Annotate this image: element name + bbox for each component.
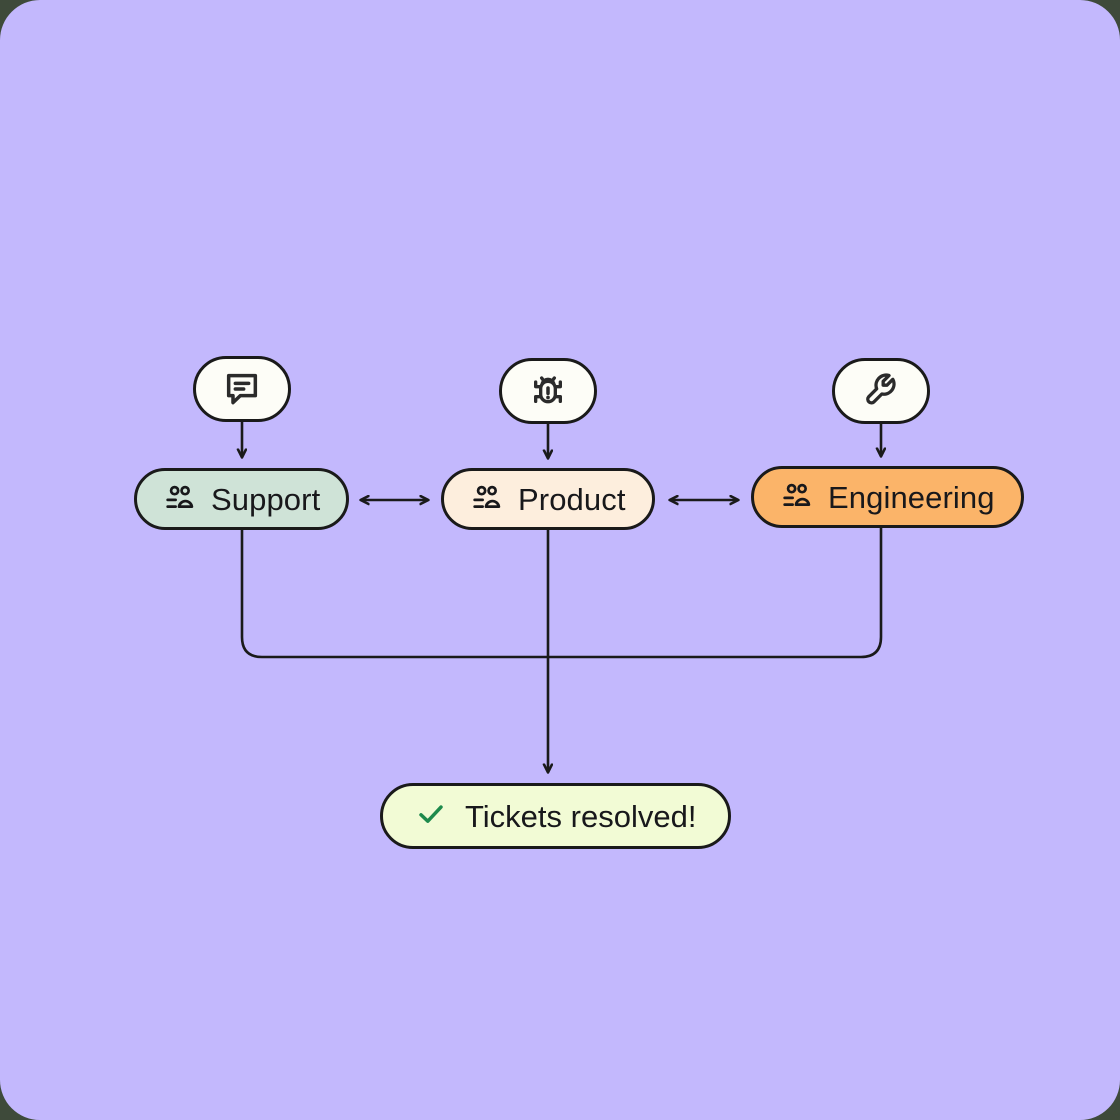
diagram-canvas: Support Product Engineering Tickets reso… bbox=[0, 0, 1120, 1120]
people-group-icon bbox=[470, 482, 504, 516]
node-engineering[interactable]: Engineering bbox=[751, 466, 1024, 528]
check-icon bbox=[415, 798, 447, 835]
chat-bubble-icon bbox=[222, 369, 262, 409]
source-badge-wrench[interactable] bbox=[832, 358, 930, 424]
people-group-icon bbox=[780, 480, 814, 514]
source-badge-chat[interactable] bbox=[193, 356, 291, 422]
wrench-icon bbox=[861, 371, 901, 411]
node-label: Support bbox=[211, 481, 321, 517]
edge-support-to-result bbox=[240, 528, 550, 659]
node-label: Engineering bbox=[828, 479, 995, 515]
node-result[interactable]: Tickets resolved! bbox=[380, 783, 732, 849]
edge-layer bbox=[0, 416, 1120, 1120]
people-group-icon bbox=[163, 482, 197, 516]
bug-report-icon bbox=[528, 371, 568, 411]
source-badge-bug[interactable] bbox=[499, 358, 597, 424]
edge-engineering-to-result bbox=[546, 526, 883, 659]
result-label: Tickets resolved! bbox=[465, 798, 697, 834]
node-support[interactable]: Support bbox=[134, 468, 350, 530]
node-label: Product bbox=[518, 481, 626, 517]
node-product[interactable]: Product bbox=[441, 468, 655, 530]
